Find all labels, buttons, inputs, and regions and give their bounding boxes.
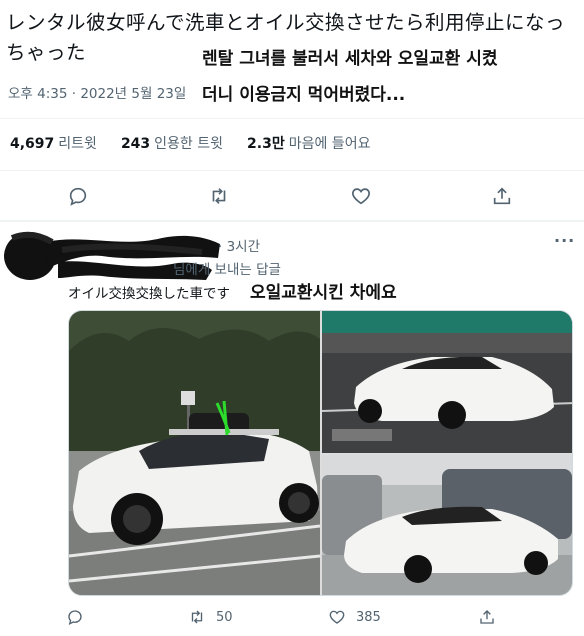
- quotes-stat[interactable]: 243 인용한 트윗: [121, 133, 223, 153]
- retweet-icon: [212, 188, 226, 204]
- retweet-icon: [191, 610, 203, 624]
- reply-icon: [69, 187, 87, 206]
- reply-actions: 50 385: [0, 604, 584, 632]
- reply-like-count: 385: [356, 609, 381, 625]
- more-options-button[interactable]: ···: [554, 231, 575, 250]
- divider: [0, 118, 584, 119]
- quotes-label: 인용한 트윗: [154, 136, 224, 152]
- heart-icon: [352, 188, 370, 205]
- reply-timestamp[interactable]: · 3시간: [218, 235, 260, 255]
- share-icon: [480, 610, 494, 624]
- reply-retweet-count: 50: [216, 609, 233, 625]
- divider: [0, 170, 584, 171]
- korean-translation-line-2: 더니 이용금지 먹어버렸다...: [198, 80, 410, 110]
- car-photo-side[interactable]: [69, 311, 320, 596]
- reply-button[interactable]: [66, 184, 90, 208]
- tweet-actions: [0, 180, 584, 214]
- reply-to-label: 님에게 보내는 답글: [173, 262, 281, 278]
- quotes-count: 243: [120, 136, 151, 152]
- reply-korean-translation: 오일교환시킨 차에요: [250, 283, 397, 303]
- reply-like-button[interactable]: 385: [328, 608, 381, 626]
- like-button[interactable]: [349, 184, 373, 208]
- reply-reply-button[interactable]: [66, 608, 84, 626]
- retweets-label: 리트윗: [58, 136, 97, 152]
- retweet-button[interactable]: [207, 184, 231, 208]
- tweet-stats: 4,697 리트윗 243 인용한 트윗 2.3만 마음에 들어요: [10, 133, 370, 153]
- reply-text: オイル交換交換した車です: [68, 286, 230, 302]
- car-photo-parked[interactable]: [322, 455, 573, 596]
- korean-translation-line-1: 렌탈 그녀를 불러서 세차와 오일교환 시켰: [198, 44, 502, 74]
- likes-count: 2.3만: [247, 136, 285, 152]
- retweets-stat[interactable]: 4,697 리트윗: [10, 133, 97, 153]
- reply-retweet-button[interactable]: 50: [188, 608, 233, 626]
- reply-share-button[interactable]: [478, 608, 496, 626]
- share-icon: [493, 187, 511, 205]
- media-grid[interactable]: [68, 310, 573, 596]
- share-button[interactable]: [490, 184, 514, 208]
- likes-label: 마음에 들어요: [288, 136, 371, 152]
- heart-icon: [329, 610, 345, 624]
- divider: [0, 220, 584, 222]
- likes-stat[interactable]: 2.3만 마음에 들어요: [247, 133, 370, 153]
- retweets-count: 4,697: [10, 136, 55, 152]
- reply-icon: [68, 610, 82, 626]
- tweet-timestamp[interactable]: 오후 4:35 · 2022년 5월 23일: [8, 82, 186, 102]
- car-photo-front[interactable]: [322, 311, 573, 453]
